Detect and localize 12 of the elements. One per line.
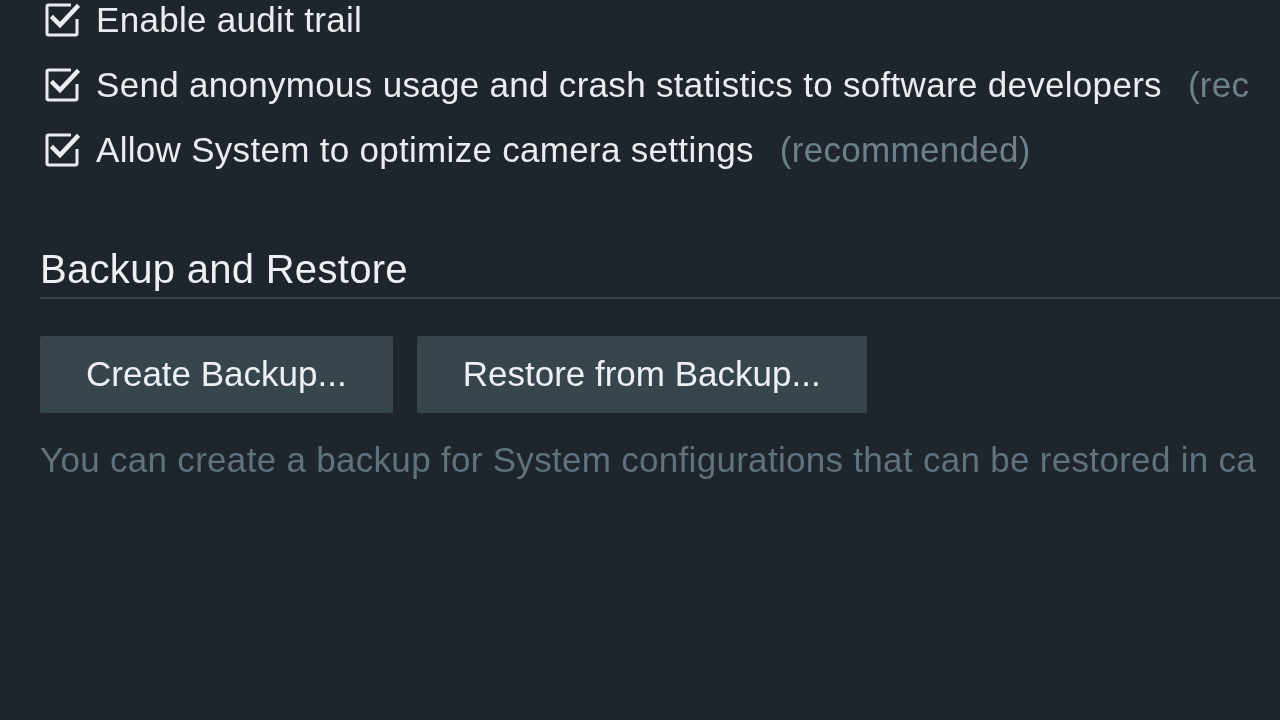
- section-heading: Backup and Restore: [40, 247, 1280, 299]
- checked-checkbox-icon[interactable]: [44, 67, 80, 103]
- checked-checkbox-icon[interactable]: [44, 132, 80, 168]
- description-text: You can create a backup for System configurations that can be restored in ca: [40, 439, 1258, 481]
- setting-note: (recommended): [779, 132, 1031, 168]
- setting-label: Allow System to optimize camera settings: [96, 132, 754, 168]
- backup-button[interactable]: Create Backup...: [40, 336, 393, 413]
- setting-label: Enable audit trail: [96, 2, 363, 38]
- setting-label: Send anonymous usage and crash statistics to software developers: [96, 67, 1162, 103]
- checked-checkbox-icon[interactable]: [44, 2, 80, 38]
- setting-note: (rec: [1187, 67, 1250, 103]
- backup-button[interactable]: Restore from Backup...: [416, 336, 867, 413]
